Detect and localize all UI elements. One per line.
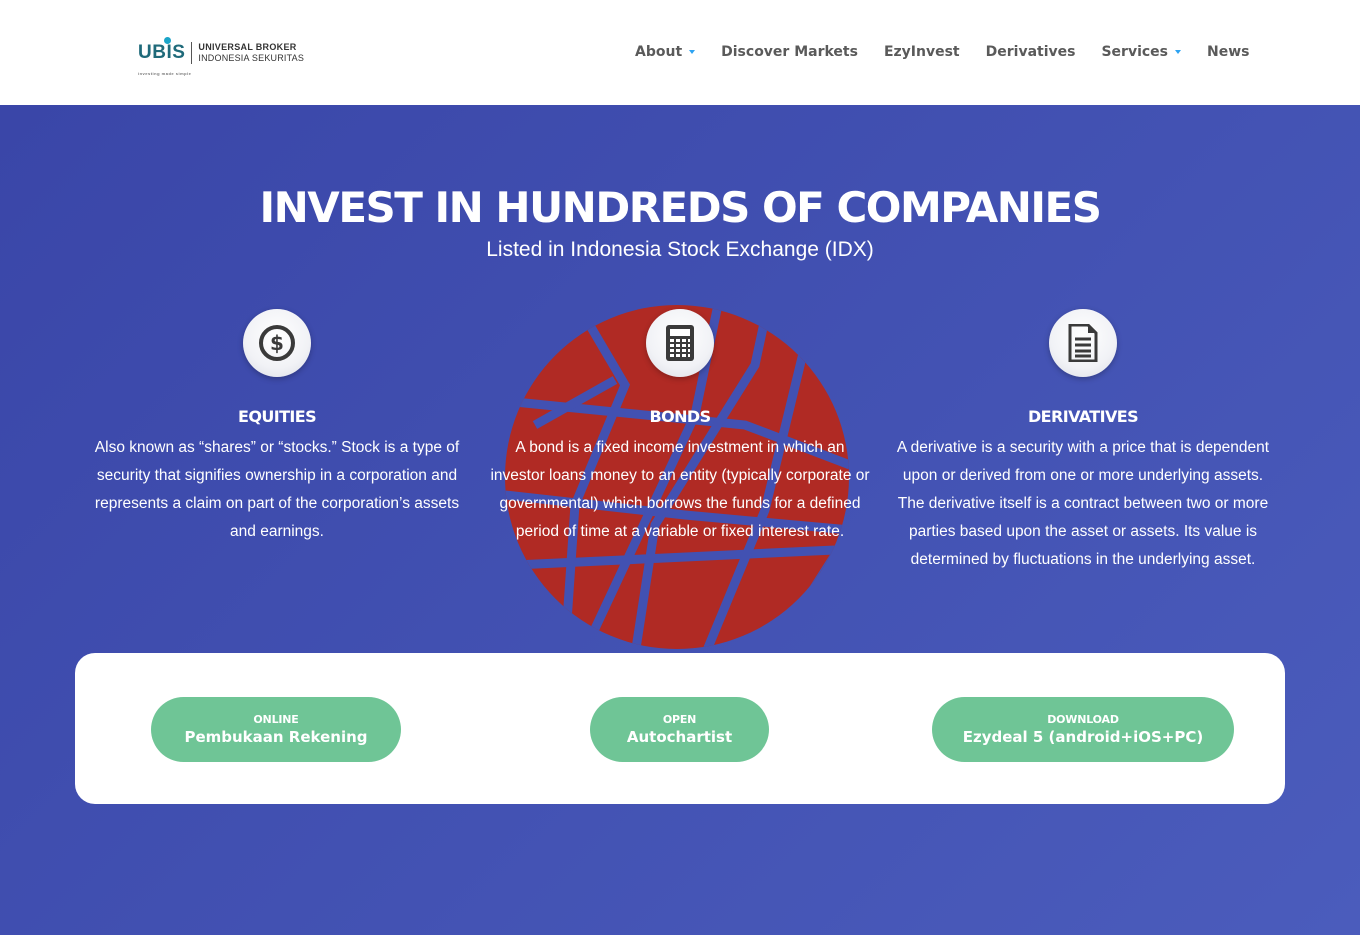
feature-bonds: BONDS A bond is a fixed income investmen… bbox=[490, 309, 870, 546]
svg-text:$: $ bbox=[270, 331, 284, 355]
cta-caption: DOWNLOAD bbox=[1047, 712, 1119, 726]
autochartist-button[interactable]: OPEN Autochartist bbox=[590, 697, 769, 762]
cta-label: Autochartist bbox=[626, 727, 733, 746]
feature-title: EQUITIES bbox=[238, 407, 317, 426]
cta-caption: OPEN bbox=[662, 712, 697, 726]
hero-section: INVEST IN HUNDREDS OF COMPANIES Listed i… bbox=[0, 105, 1360, 935]
logo-divider bbox=[191, 42, 193, 64]
nav-item-discover-markets[interactable]: Discover Markets bbox=[721, 44, 858, 60]
main-nav: About Discover Markets EzyInvest Derivat… bbox=[635, 44, 1250, 60]
chevron-down-icon bbox=[689, 50, 696, 54]
brand-mark: UBIS investing made simple bbox=[138, 37, 191, 76]
cta-label: Ezydeal 5 (android+iOS+PC) bbox=[962, 727, 1204, 746]
nav-item-ezyinvest[interactable]: EzyInvest bbox=[884, 44, 960, 60]
brand-name-line2: INDONESIA SEKURITAS bbox=[198, 53, 305, 63]
feature-title: BONDS bbox=[649, 407, 712, 426]
dollar-icon: $ bbox=[243, 309, 311, 377]
hero-title: INVEST IN HUNDREDS OF COMPANIES bbox=[259, 183, 1102, 232]
feature-title: DERIVATIVES bbox=[1027, 407, 1139, 426]
feature-derivatives: DERIVATIVES A derivative is a security w… bbox=[893, 309, 1273, 574]
brand-logo[interactable]: UBIS investing made simple UNIVERSAL BRO… bbox=[138, 37, 304, 76]
cta-caption: ONLINE bbox=[253, 712, 299, 726]
brand-name: UNIVERSAL BROKER INDONESIA SEKURITAS bbox=[198, 42, 304, 64]
cta-panel: ONLINE Pembukaan Rekening OPEN Autochart… bbox=[75, 653, 1285, 804]
open-account-button[interactable]: ONLINE Pembukaan Rekening bbox=[151, 697, 401, 762]
chevron-down-icon bbox=[1175, 50, 1182, 54]
calculator-icon bbox=[646, 309, 714, 377]
nav-item-derivatives[interactable]: Derivatives bbox=[986, 44, 1076, 60]
nav-item-news[interactable]: News bbox=[1207, 44, 1249, 60]
site-header: UBIS investing made simple UNIVERSAL BRO… bbox=[0, 0, 1360, 105]
logo-dot bbox=[164, 37, 171, 44]
feature-equities: $ EQUITIES Also known as “shares” or “st… bbox=[87, 309, 467, 546]
nav-item-services[interactable]: Services bbox=[1101, 44, 1182, 60]
hero-subtitle: Listed in Indonesia Stock Exchange (IDX) bbox=[486, 238, 874, 261]
download-ezydeal-button[interactable]: DOWNLOAD Ezydeal 5 (android+iOS+PC) bbox=[932, 697, 1234, 762]
cta-label: Pembukaan Rekening bbox=[184, 727, 368, 746]
feature-description: Also known as “shares” or “stocks.” Stoc… bbox=[94, 439, 460, 540]
document-icon bbox=[1049, 309, 1117, 377]
nav-item-about[interactable]: About bbox=[635, 44, 696, 60]
feature-description: A derivative is a security with a price … bbox=[896, 439, 1270, 568]
feature-description: A bond is a fixed income investment in w… bbox=[490, 439, 870, 540]
brand-name-line1: UNIVERSAL BROKER bbox=[198, 42, 297, 52]
brand-tagline: investing made simple bbox=[138, 71, 192, 76]
